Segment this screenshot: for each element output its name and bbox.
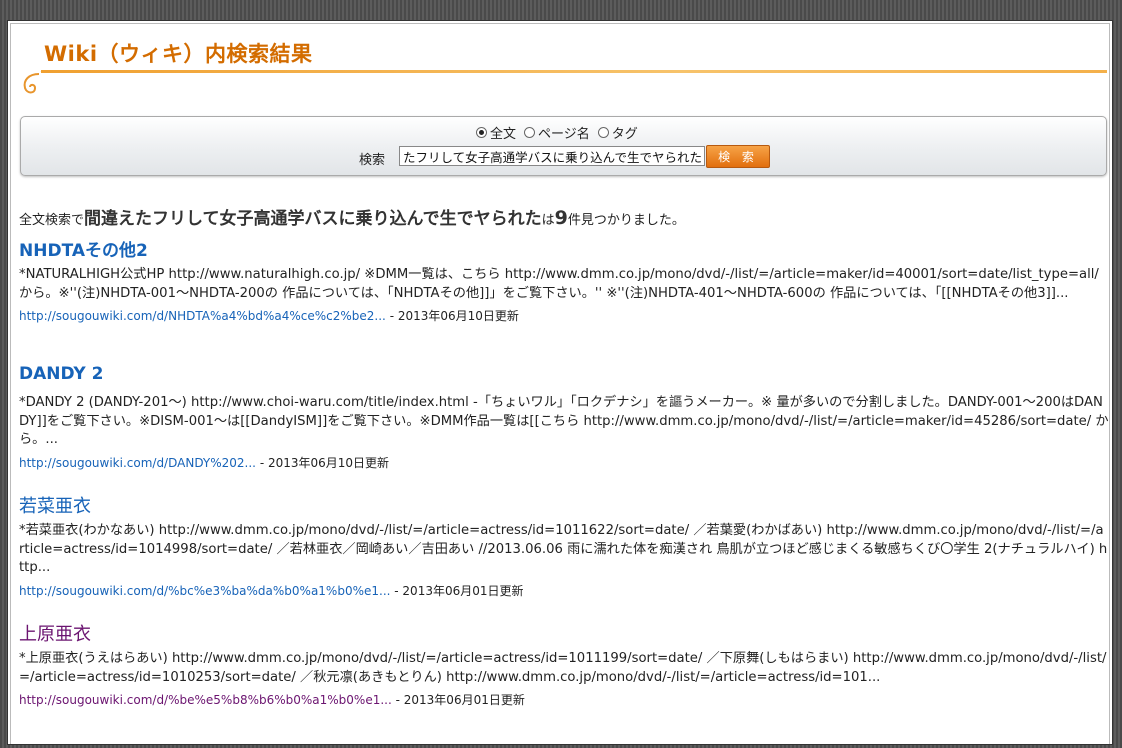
result-title-link[interactable]: NHDTAその他2 <box>19 236 1109 262</box>
search-mode-label: 全文 <box>490 127 517 142</box>
summary-middle: は <box>541 213 555 228</box>
summary-prefix: 全文検索で <box>19 213 85 228</box>
result-list: NHDTAその他2 *NATURALHIGH公式HP http://www.na… <box>19 236 1109 748</box>
result-date: - 2013年06月10日更新 <box>259 455 390 470</box>
result-summary: 全文検索で間違えたフリして女子高通学バスに乗り込んで生でヤられたは9件見つかりま… <box>19 204 685 229</box>
search-mode-group: 全文 ページ名 タグ <box>476 123 638 142</box>
result-snippet: *NATURALHIGH公式HP http://www.naturalhigh.… <box>19 267 1099 301</box>
radio-unchecked-icon[interactable] <box>524 127 536 138</box>
result-title-link[interactable]: 上原亜衣 <box>19 620 1109 646</box>
search-mode-label: ページ名 <box>538 127 590 142</box>
result-item: 上原亜衣 *上原亜衣(うえはらあい) http://www.dmm.co.jp/… <box>19 620 1109 748</box>
result-snippet: *上原亜衣(うえはらあい) http://www.dmm.co.jp/mono/… <box>19 651 1107 685</box>
result-meta: http://sougouwiki.com/d/NHDTA%a4%bd%a4%c… <box>19 307 1109 324</box>
search-button[interactable]: 検 索 <box>706 145 770 168</box>
summary-query: 間違えたフリして女子高通学バスに乗り込んで生でヤられた <box>84 209 542 229</box>
search-mode-tag[interactable]: タグ <box>597 123 638 142</box>
radio-checked-icon[interactable] <box>476 127 487 138</box>
result-meta: http://sougouwiki.com/d/DANDY%202... - 2… <box>19 454 1109 471</box>
result-url-link[interactable]: http://sougouwiki.com/d/%be%e5%b8%b6%b0%… <box>19 693 392 707</box>
search-mode-fulltext[interactable]: 全文 <box>476 123 516 142</box>
radio-unchecked-icon[interactable] <box>597 127 609 138</box>
result-meta: http://sougouwiki.com/d/%bc%e3%ba%da%b0%… <box>19 582 1109 599</box>
page-title: Wiki（ウィキ）内検索結果 <box>44 42 313 66</box>
result-url-link[interactable]: http://sougouwiki.com/d/%bc%e3%ba%da%b0%… <box>19 584 390 598</box>
search-label: 検索 <box>359 153 386 168</box>
result-snippet: *若菜亜衣(わかなあい) http://www.dmm.co.jp/mono/d… <box>19 523 1108 575</box>
result-item: 若菜亜衣 *若菜亜衣(わかなあい) http://www.dmm.co.jp/m… <box>19 492 1109 620</box>
title-rule <box>41 70 1107 73</box>
search-input[interactable] <box>399 146 705 166</box>
result-item: NHDTAその他2 *NATURALHIGH公式HP http://www.na… <box>19 236 1109 364</box>
result-date: - 2013年06月01日更新 <box>394 583 524 598</box>
result-url-link[interactable]: http://sougouwiki.com/d/NHDTA%a4%bd%a4%c… <box>19 309 386 323</box>
result-date: - 2013年06月10日更新 <box>389 309 519 323</box>
content-frame: Wiki（ウィキ）内検索結果 全文 ページ名 タグ 検索 間違えたフリして女子高… <box>7 20 1113 745</box>
search-mode-label: タグ <box>611 127 638 142</box>
result-date: - 2013年06月01日更新 <box>395 693 525 707</box>
result-meta: http://sougouwiki.com/d/%be%e5%b8%b6%b0%… <box>19 691 1109 708</box>
result-title-link[interactable]: DANDY 2 <box>19 364 1109 390</box>
search-panel: 全文 ページ名 タグ 検索 検 索 <box>20 116 1107 176</box>
content-inner: Wiki（ウィキ）内検索結果 全文 ページ名 タグ 検索 間違えたフリして女子高… <box>10 23 1110 744</box>
result-title-link[interactable]: 若菜亜衣 <box>19 492 1109 518</box>
summary-suffix: 件見つかりました。 <box>567 213 685 228</box>
result-item: DANDY 2 *DANDY 2 (DANDY-201～) http://www… <box>19 364 1109 492</box>
search-mode-pagename[interactable]: ページ名 <box>524 123 590 142</box>
result-snippet: *DANDY 2 (DANDY-201～) http://www.choi-wa… <box>19 395 1109 447</box>
result-url-link[interactable]: http://sougouwiki.com/d/DANDY%202... <box>19 456 256 470</box>
summary-count: 9 <box>554 207 568 229</box>
